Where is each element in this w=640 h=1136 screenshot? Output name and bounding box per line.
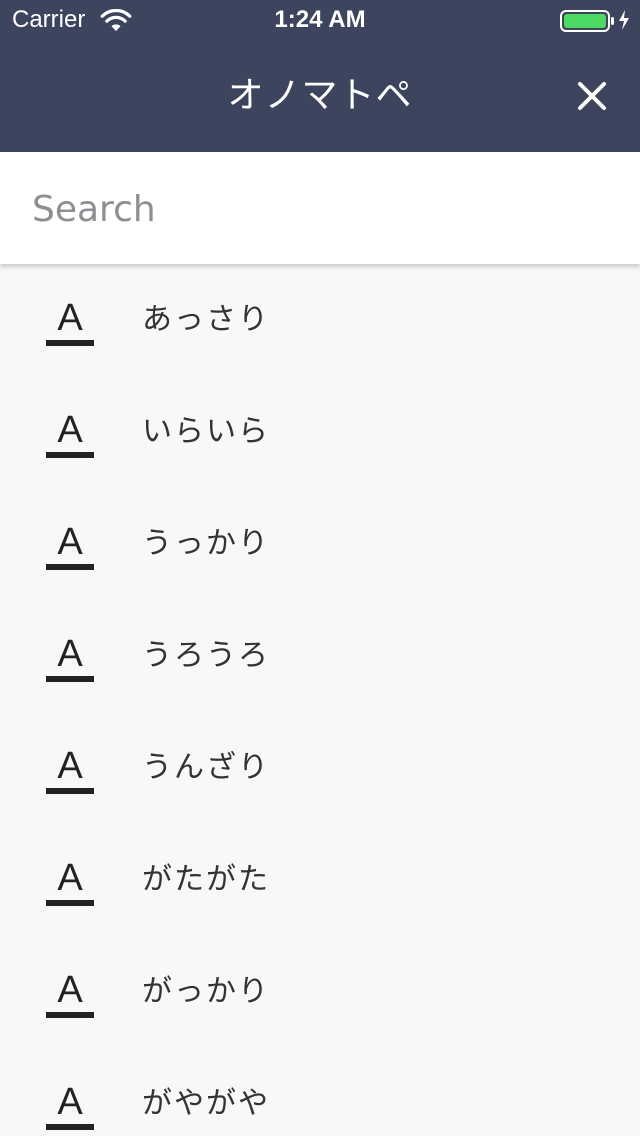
font-icon-letter: A xyxy=(57,857,83,899)
list-item[interactable]: A いらいら xyxy=(0,376,640,488)
font-icon-letter: A xyxy=(57,969,83,1011)
search-input[interactable] xyxy=(32,180,612,238)
list-item[interactable]: A がやがや xyxy=(0,1048,640,1136)
status-time: 1:24 AM xyxy=(274,6,366,33)
font-icon-letter: A xyxy=(57,1081,83,1123)
font-icon: A xyxy=(46,522,94,570)
list-item-label: がやがや xyxy=(142,1086,270,1121)
page-title: オノマトペ xyxy=(227,75,413,116)
font-icon-letter: A xyxy=(57,633,83,675)
close-icon xyxy=(578,82,606,110)
font-icon: A xyxy=(46,746,94,794)
list-item[interactable]: A あっさり xyxy=(0,264,640,376)
list-item[interactable]: A がっかり xyxy=(0,936,640,1048)
font-icon-letter: A xyxy=(57,409,83,451)
charging-bolt-icon xyxy=(619,10,629,30)
list-item-label: うろうろ xyxy=(142,638,270,673)
list-item[interactable]: A うっかり xyxy=(0,488,640,600)
font-icon: A xyxy=(46,298,94,346)
status-bar: Carrier 1:24 AM xyxy=(0,0,640,40)
font-icon: A xyxy=(46,1082,94,1130)
font-icon-letter: A xyxy=(57,297,83,339)
battery-icon xyxy=(560,10,614,32)
list-item[interactable]: A うろうろ xyxy=(0,600,640,712)
list-item-label: がっかり xyxy=(142,974,270,1009)
font-icon-letter: A xyxy=(57,745,83,787)
font-icon-letter: A xyxy=(57,521,83,563)
search-bar xyxy=(0,152,640,264)
list-item-label: あっさり xyxy=(142,302,270,337)
font-icon: A xyxy=(46,410,94,458)
list-item[interactable]: A うんざり xyxy=(0,712,640,824)
list-item[interactable]: A がたがた xyxy=(0,824,640,936)
font-icon: A xyxy=(46,634,94,682)
onomatopoeia-list: A あっさり A いらいら A うっかり A うろうろ A うんざり A がたが… xyxy=(0,264,640,1136)
list-item-label: がたがた xyxy=(142,862,270,897)
font-icon: A xyxy=(46,970,94,1018)
list-item-label: うっかり xyxy=(142,526,270,561)
header: Carrier 1:24 AM オノマトペ xyxy=(0,0,640,152)
list-item-label: いらいら xyxy=(142,414,270,449)
font-icon: A xyxy=(46,858,94,906)
close-button[interactable] xyxy=(566,70,618,122)
list-item-label: うんざり xyxy=(142,750,270,785)
